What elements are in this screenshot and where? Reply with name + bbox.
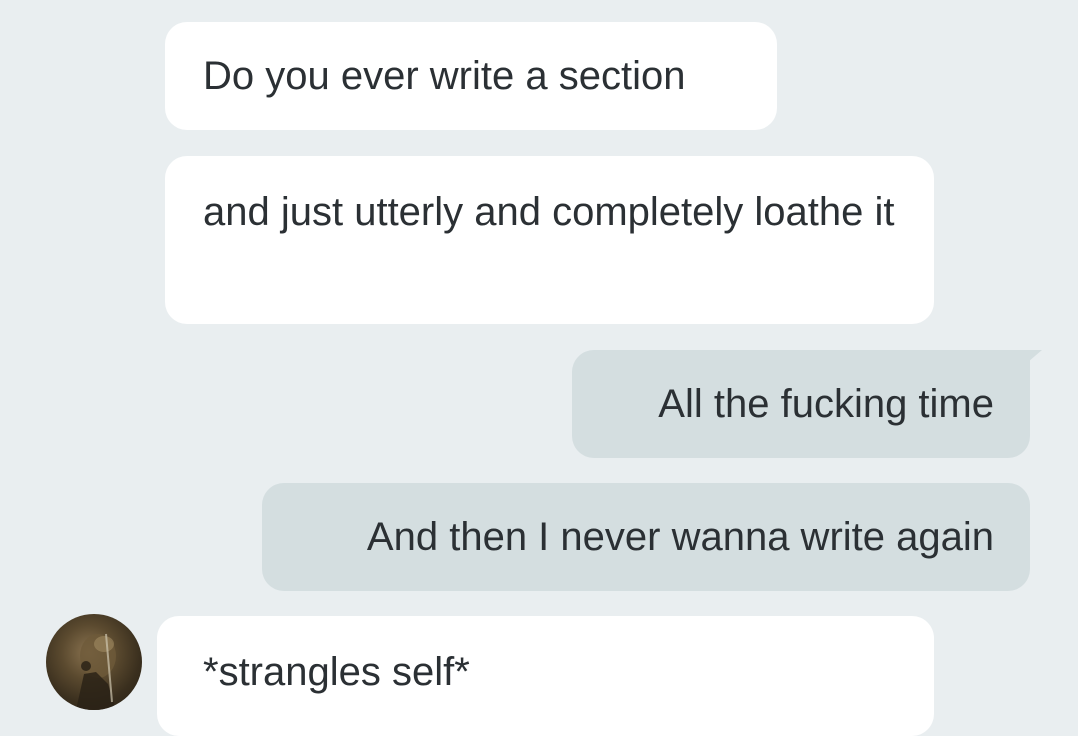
- message-text: *strangles self*: [203, 650, 470, 694]
- contact-avatar[interactable]: [46, 614, 142, 710]
- message-bubble-incoming[interactable]: Do you ever write a section: [165, 22, 777, 130]
- message-bubble-outgoing[interactable]: And then I never wanna write again: [262, 483, 1030, 591]
- message-bubble-outgoing[interactable]: All the fucking time: [572, 350, 1030, 458]
- chat-thread: Do you ever write a section and just utt…: [0, 0, 1078, 736]
- message-text: And then I never wanna write again: [366, 515, 994, 559]
- message-bubble-incoming[interactable]: *strangles self*: [157, 616, 934, 736]
- message-text: Do you ever write a section: [203, 54, 686, 98]
- message-text: All the fucking time: [658, 382, 994, 426]
- bubble-tail: [1028, 350, 1042, 362]
- message-text: and just utterly and completely loathe i…: [203, 190, 895, 234]
- avatar-photo-icon: [76, 633, 116, 710]
- message-bubble-incoming[interactable]: and just utterly and completely loathe i…: [165, 156, 934, 324]
